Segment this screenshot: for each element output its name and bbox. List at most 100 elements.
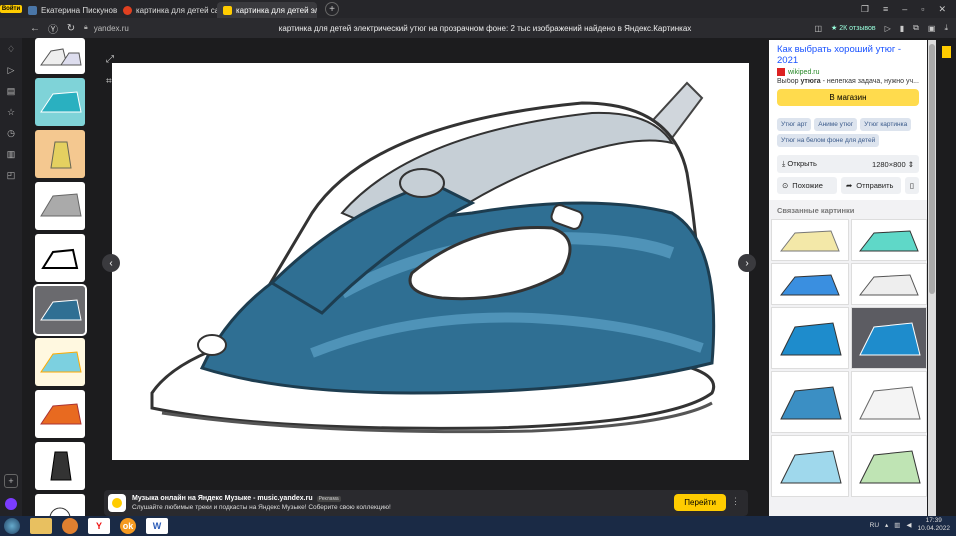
alice-icon[interactable] xyxy=(5,498,17,510)
ad-banner[interactable]: Музыка онлайн на Яндекс Музыке - music.y… xyxy=(104,490,748,516)
collections-icon[interactable]: ▣ xyxy=(928,24,936,33)
language-indicator[interactable]: RU xyxy=(870,522,879,529)
thumbnail-selected[interactable] xyxy=(33,284,87,336)
thumbnail[interactable] xyxy=(35,78,85,126)
read-mode-icon[interactable]: ▷ xyxy=(885,24,891,33)
yandex-icon[interactable] xyxy=(941,46,951,58)
main-image[interactable] xyxy=(112,63,749,460)
tag[interactable]: Утюг на белом фоне для детей xyxy=(777,134,880,147)
extensions-icon[interactable]: ⧉ xyxy=(913,23,919,33)
download-icon[interactable]: ⤓ xyxy=(944,23,948,33)
thumbnail[interactable] xyxy=(35,182,85,230)
shop-button[interactable]: В магазин xyxy=(777,89,919,106)
download-icon: ⤓ xyxy=(782,159,786,168)
notifications-icon[interactable]: ♢ xyxy=(7,44,15,55)
tabs-icon[interactable]: ❐ xyxy=(861,4,869,15)
related-image[interactable] xyxy=(851,307,927,369)
tab-bar: Войти Екатерина Пискунова картинка для д… xyxy=(0,0,956,18)
restore-icon[interactable]: ▫ xyxy=(921,4,924,14)
iron-thumbnail-icon xyxy=(859,322,921,356)
iron-illustration xyxy=(150,81,716,434)
source-title-link[interactable]: Как выбрать хороший утюг - 2021 xyxy=(777,44,919,66)
scroll-thumb[interactable] xyxy=(929,44,935,294)
related-grid xyxy=(769,219,927,497)
media-player-icon[interactable] xyxy=(62,518,78,534)
thumbnail[interactable] xyxy=(35,442,85,490)
thumbnail[interactable] xyxy=(35,390,85,438)
tag[interactable]: Утюг картинка xyxy=(860,118,912,131)
word-icon[interactable]: W xyxy=(146,518,168,534)
downloads-icon[interactable]: ▥ xyxy=(7,149,16,160)
ad-go-button[interactable]: Перейти xyxy=(674,494,726,511)
new-tab-button[interactable]: + xyxy=(325,2,339,16)
screenshot-icon[interactable]: ◰ xyxy=(7,170,16,181)
related-image[interactable] xyxy=(851,371,927,433)
iron-thumbnail-icon xyxy=(49,507,71,516)
thumbnail[interactable] xyxy=(35,234,85,282)
related-image[interactable] xyxy=(771,435,849,497)
tag[interactable]: Утюг арт xyxy=(777,118,812,131)
thumbnail[interactable] xyxy=(35,38,85,74)
tray-arrow-icon[interactable]: ▴ xyxy=(885,521,888,529)
bookmark-icon[interactable]: ▮ xyxy=(900,24,904,33)
open-image-button[interactable]: ⤓ Открыть 1280×800 ⇕ xyxy=(777,155,919,173)
history-icon[interactable]: ◷ xyxy=(7,128,15,139)
bookmark-button[interactable]: ▯ xyxy=(904,177,920,194)
clock[interactable]: 17:39 10.04.2022 xyxy=(917,517,950,533)
notes-icon[interactable]: ▤ xyxy=(7,86,16,97)
related-image[interactable] xyxy=(851,263,927,305)
prev-arrow-button[interactable]: ‹ xyxy=(102,254,120,272)
size-select[interactable]: 1280×800 ⇕ xyxy=(872,160,914,169)
related-image[interactable] xyxy=(771,219,849,261)
image-actions: ⤓ Открыть 1280×800 ⇕ ⊙ Похожие ➦ Отправить… xyxy=(769,151,927,200)
add-panel-button[interactable]: + xyxy=(4,474,18,488)
explorer-icon[interactable] xyxy=(30,518,52,534)
share-icon: ➦ xyxy=(845,181,853,190)
iron-thumbnail-icon xyxy=(779,274,840,296)
menu-icon[interactable]: ≡ xyxy=(883,4,888,14)
similar-button[interactable]: ⊙ Похожие xyxy=(777,177,837,194)
yandex-side-strip xyxy=(936,40,956,516)
related-image[interactable] xyxy=(771,307,849,369)
related-image[interactable] xyxy=(851,219,927,261)
thumbnail[interactable] xyxy=(35,494,85,516)
related-image[interactable] xyxy=(771,263,849,305)
ad-tag: Реклама xyxy=(316,496,341,502)
url-text[interactable]: yandex.ru xyxy=(94,24,129,33)
source-site[interactable]: wikiped.ru xyxy=(777,68,919,76)
tab-search-iron[interactable]: картинка для детей эле × xyxy=(217,2,317,18)
odnoklassniki-icon[interactable]: ok xyxy=(120,518,136,534)
crop-icon[interactable]: ⌗ xyxy=(106,76,112,87)
yandex-browser-icon[interactable]: Y xyxy=(88,518,110,534)
images-icon xyxy=(223,5,232,15)
more-icon[interactable]: ⋮ xyxy=(731,496,740,507)
related-image[interactable] xyxy=(851,435,927,497)
volume-icon[interactable]: ◀ xyxy=(906,521,911,529)
site-favicon-icon xyxy=(777,68,785,76)
start-button[interactable] xyxy=(4,518,20,534)
iron-thumbnail-icon xyxy=(50,141,72,169)
thumbnail[interactable] xyxy=(35,130,85,178)
panel-scrollbar[interactable] xyxy=(928,40,936,516)
network-icon[interactable]: ▥ xyxy=(894,521,900,529)
tab-search-boot[interactable]: картинка для детей сапог xyxy=(117,2,217,18)
iron-thumbnail-icon xyxy=(40,48,82,66)
close-window-icon[interactable]: ✕ xyxy=(938,4,946,15)
favorites-icon[interactable]: ☆ xyxy=(7,107,15,118)
lock-icon: 🔒︎ xyxy=(84,24,88,31)
iron-thumbnail-icon xyxy=(40,91,82,113)
tag[interactable]: Аниме утюг xyxy=(814,118,858,131)
related-image[interactable] xyxy=(771,371,849,433)
thumbnail[interactable] xyxy=(35,338,85,386)
minimize-icon[interactable]: – xyxy=(902,4,907,14)
tab-vk[interactable]: Екатерина Пискунова xyxy=(22,2,117,18)
back-icon[interactable]: ← xyxy=(26,23,44,34)
yandex-login-button[interactable]: Войти xyxy=(0,0,23,18)
reload-icon[interactable]: ↻ xyxy=(62,23,80,34)
play-icon[interactable]: ▷ xyxy=(8,65,15,76)
reviews-badge[interactable]: ★ 2К отзывов xyxy=(831,24,876,32)
yandex-home-icon[interactable]: Ⓨ xyxy=(44,21,62,36)
share-button[interactable]: ➦ Отправить xyxy=(840,177,901,194)
protect-icon[interactable]: ◫ xyxy=(814,24,822,33)
next-arrow-button[interactable]: › xyxy=(738,254,756,272)
